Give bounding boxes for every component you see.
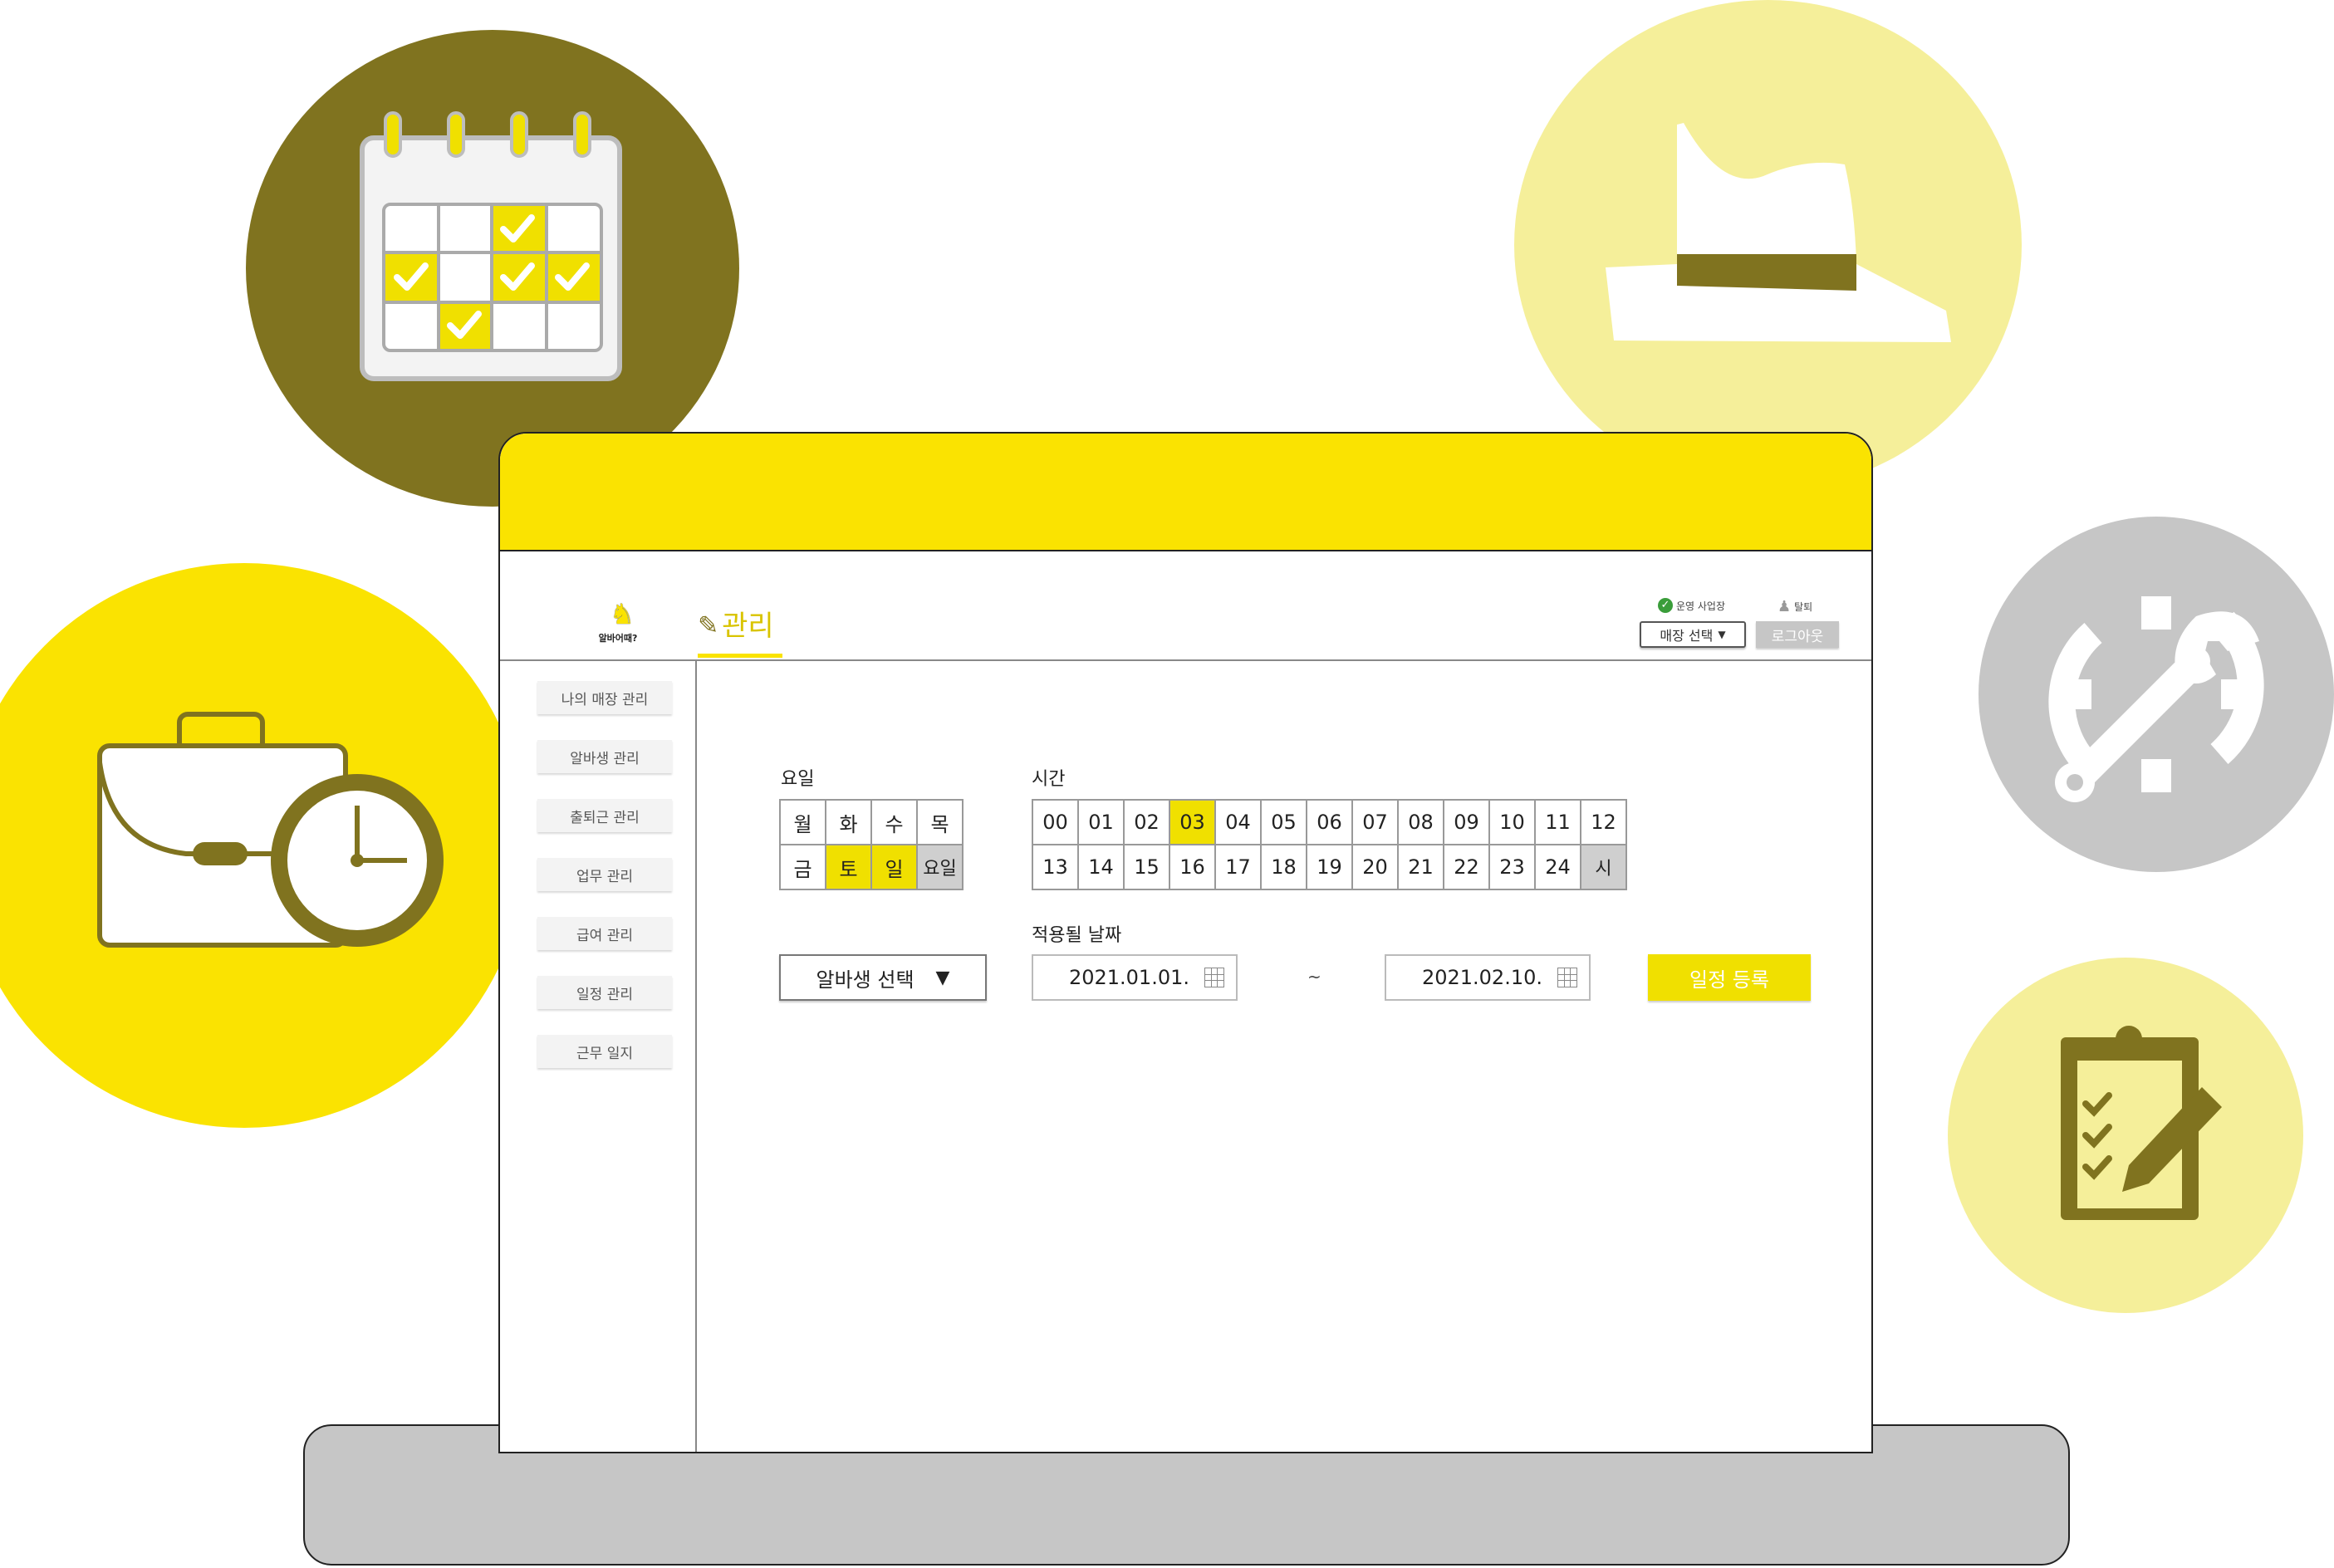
day-cell[interactable]: 수 <box>870 799 918 845</box>
hour-cell[interactable]: 20 <box>1351 844 1399 890</box>
hour-cell[interactable]: 15 <box>1123 844 1170 890</box>
hour-cell[interactable]: 24 <box>1534 844 1581 890</box>
sidebar-item-my-store[interactable]: 나의 매장 관리 <box>537 681 672 714</box>
screen-top-bar <box>500 434 1871 551</box>
day-cell[interactable]: 화 <box>825 799 872 845</box>
hour-cell[interactable]: 13 <box>1032 844 1079 890</box>
days-grid: 월화수목 금 토 일 요일 <box>779 799 964 890</box>
alba-select-label: 알바생 선택 <box>816 968 914 992</box>
day-cell[interactable]: 금 <box>779 844 826 890</box>
alba-select-dropdown[interactable]: 알바생 선택 ▼ <box>779 954 987 1001</box>
hour-cell[interactable]: 00 <box>1032 799 1079 845</box>
header-divider <box>500 659 1871 661</box>
hour-cell[interactable]: 10 <box>1488 799 1536 845</box>
hour-cell[interactable]: 21 <box>1397 844 1444 890</box>
caret-down-icon: ▼ <box>935 967 950 988</box>
hour-cell[interactable]: 01 <box>1077 799 1125 845</box>
logo-text: 알바어때? <box>598 633 638 644</box>
clipboard-pencil-icon <box>1948 958 2303 1313</box>
hour-cell[interactable]: 04 <box>1214 799 1262 845</box>
page-title: ✎ 관리 <box>698 608 782 658</box>
hour-cell[interactable]: 19 <box>1306 844 1353 890</box>
end-date-field[interactable]: 2021.02.10. <box>1385 954 1591 1001</box>
hour-cell[interactable]: 05 <box>1260 799 1307 845</box>
briefcase-clock-icon <box>0 563 527 1128</box>
hour-cell[interactable]: 12 <box>1580 799 1627 845</box>
days-label: 요일 <box>781 769 815 790</box>
tools-icon: ✎ <box>698 611 719 640</box>
withdraw-link[interactable]: ♟ 탈퇴 <box>1777 598 1812 615</box>
hour-cell[interactable]: 14 <box>1077 844 1125 890</box>
day-cell[interactable]: 일 <box>870 844 918 890</box>
day-cell[interactable]: 월 <box>779 799 826 845</box>
hour-cell[interactable]: 18 <box>1260 844 1307 890</box>
withdraw-label: 탈퇴 <box>1794 601 1813 613</box>
date-range-separator: ~ <box>1307 967 1321 987</box>
day-cell[interactable]: 목 <box>916 799 964 845</box>
sidebar-divider <box>695 659 697 1452</box>
hour-cell[interactable]: 11 <box>1534 799 1581 845</box>
header-actions: ✓ 운영 사업장 ♟ 탈퇴 매장 선택 ▼ 로그아웃 <box>1640 598 1847 656</box>
store-status-label: 운영 사업장 <box>1676 600 1726 612</box>
sidebar-item-tasks[interactable]: 업무 관리 <box>537 858 672 891</box>
hour-cell: 시 <box>1580 844 1627 890</box>
hour-cell[interactable]: 17 <box>1214 844 1262 890</box>
hour-cell[interactable]: 09 <box>1443 799 1490 845</box>
hour-cell[interactable]: 22 <box>1443 844 1490 890</box>
date-label: 적용될 날짜 <box>1032 925 1122 946</box>
store-status: ✓ 운영 사업장 <box>1658 598 1725 613</box>
user-icon: ♟ <box>1777 598 1792 615</box>
hat-icon <box>1514 0 2022 490</box>
sidebar-item-attendance[interactable]: 출퇴근 관리 <box>537 799 672 832</box>
day-cell[interactable]: 토 <box>825 844 872 890</box>
hour-cell[interactable]: 03 <box>1169 799 1216 845</box>
laptop-screen: ♞ 알바어때? ✎ 관리 ✓ 운영 사업장 ♟ 탈퇴 매장 선택 ▼ 로그아웃 … <box>498 432 1873 1453</box>
start-date-field[interactable]: 2021.01.01. <box>1032 954 1238 1001</box>
sidebar: 나의 매장 관리 알바생 관리 출퇴근 관리 업무 관리 급여 관리 일정 관리… <box>537 681 672 1094</box>
hour-cell[interactable]: 02 <box>1123 799 1170 845</box>
hour-cell[interactable]: 06 <box>1306 799 1353 845</box>
hours-grid: 00 01 02 03 04 05 06 07 08 09 10 11 12 13 14 15 16 17 18 1… <box>1032 799 1627 890</box>
calendar-icon[interactable] <box>1557 968 1577 987</box>
hour-cell[interactable]: 23 <box>1488 844 1536 890</box>
page-title-label: 관리 <box>722 610 774 643</box>
sidebar-item-schedule[interactable]: 일정 관리 <box>537 976 672 1009</box>
sidebar-item-payroll[interactable]: 급여 관리 <box>537 917 672 950</box>
register-schedule-button[interactable]: 일정 등록 <box>1648 954 1811 1001</box>
time-label: 시간 <box>1032 769 1066 790</box>
logo-icon: ♞ <box>609 598 635 631</box>
calendar-icon[interactable] <box>1204 968 1224 987</box>
gear-wrench-icon <box>1979 517 2334 872</box>
start-date-value: 2021.01.01. <box>1068 966 1189 989</box>
hour-cell[interactable]: 07 <box>1351 799 1399 845</box>
caret-down-icon: ▼ <box>1718 629 1726 640</box>
app-logo[interactable]: ♞ 알바어때? <box>593 598 651 644</box>
store-select-label: 매장 선택 <box>1660 628 1714 644</box>
sidebar-item-alba[interactable]: 알바생 관리 <box>537 740 672 773</box>
end-date-value: 2021.02.10. <box>1421 966 1542 989</box>
check-circle-icon: ✓ <box>1658 598 1673 613</box>
day-cell: 요일 <box>916 844 964 890</box>
sidebar-item-work-log[interactable]: 근무 일지 <box>537 1035 672 1068</box>
store-select-dropdown[interactable]: 매장 선택 ▼ <box>1640 621 1746 648</box>
hour-cell[interactable]: 16 <box>1169 844 1216 890</box>
logout-button[interactable]: 로그아웃 <box>1756 621 1839 648</box>
hour-cell[interactable]: 08 <box>1397 799 1444 845</box>
